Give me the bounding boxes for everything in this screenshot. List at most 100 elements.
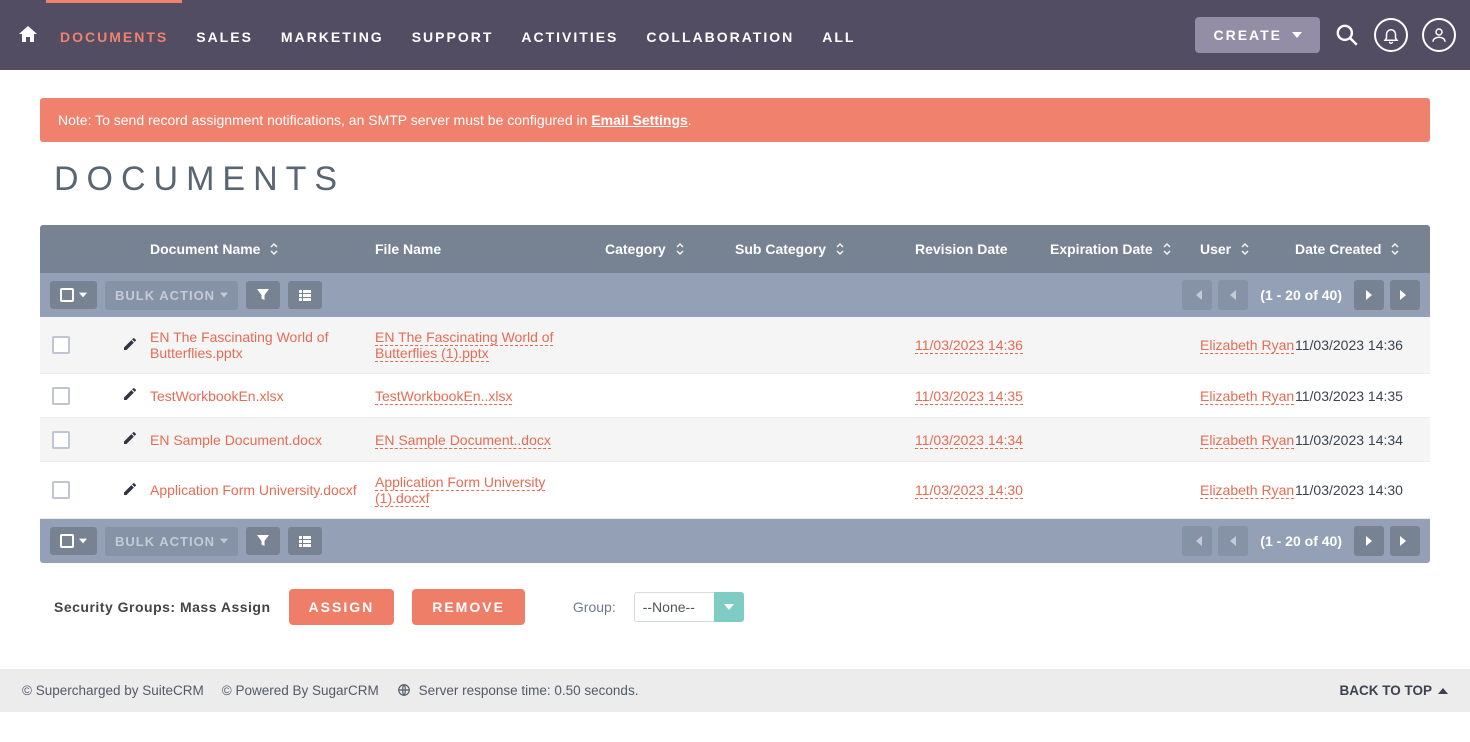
page-title: DOCUMENTS [54, 160, 1430, 199]
edit-row-button[interactable] [122, 336, 138, 355]
row-checkbox[interactable] [52, 387, 70, 405]
table-row: EN Sample Document.docx EN Sample Documen… [40, 418, 1430, 462]
user-link[interactable]: Elizabeth Ryan [1200, 482, 1294, 499]
group-label: Group: [573, 599, 616, 615]
list-view: Document Name File Name Category Sub Cat… [40, 225, 1430, 563]
sort-icon[interactable] [1239, 242, 1251, 256]
mass-assign-panel: Security Groups: Mass Assign ASSIGN REMO… [40, 563, 1430, 659]
columns-button[interactable] [288, 281, 322, 309]
remove-button[interactable]: REMOVE [412, 589, 525, 625]
page-last[interactable] [1390, 280, 1420, 310]
table-row: Application Form University.docxf Applica… [40, 462, 1430, 519]
revision-date-link[interactable]: 11/03/2023 14:35 [915, 388, 1023, 405]
caret-down-icon [79, 291, 87, 299]
chevron-left-icon [1228, 535, 1238, 547]
back-to-top[interactable]: BACK TO TOP [1339, 683, 1448, 698]
columns-icon [298, 288, 312, 302]
bulk-action-button[interactable]: BULK ACTION [105, 281, 238, 310]
select-all-toggle[interactable] [50, 527, 97, 555]
caret-down-icon [724, 602, 734, 612]
page-first[interactable] [1182, 280, 1212, 310]
page-prev[interactable] [1218, 526, 1248, 556]
page-next[interactable] [1354, 526, 1384, 556]
file-name-link[interactable]: Application Form University (1).docxf [375, 474, 545, 507]
group-select[interactable]: --None-- [634, 592, 714, 622]
alert-prefix: Note: To send record assignment notifica… [58, 112, 591, 128]
top-nav: DOCUMENTSSALESMARKETINGSUPPORTACTIVITIES… [0, 0, 1470, 70]
nav-item-sales[interactable]: SALES [182, 0, 267, 70]
sort-icon[interactable] [268, 242, 280, 256]
caret-up-icon [1438, 686, 1448, 696]
profile-button[interactable] [1422, 18, 1456, 52]
funnel-icon [256, 288, 270, 302]
home-icon [16, 23, 40, 47]
notifications-button[interactable] [1374, 18, 1408, 52]
sort-icon[interactable] [674, 242, 686, 256]
document-name-link[interactable]: EN The Fascinating World of Butterflies.… [150, 329, 328, 361]
row-checkbox[interactable] [52, 336, 70, 354]
page-prev[interactable] [1218, 280, 1248, 310]
col-document-name[interactable]: Document Name [150, 241, 260, 257]
table-body: EN The Fascinating World of Butterflies.… [40, 317, 1430, 519]
page-last[interactable] [1390, 526, 1420, 556]
user-link[interactable]: Elizabeth Ryan [1200, 388, 1294, 405]
group-select-caret[interactable] [714, 592, 744, 622]
home-link[interactable] [10, 0, 46, 70]
revision-date-link[interactable]: 11/03/2023 14:30 [915, 482, 1023, 499]
nav-links: DOCUMENTSSALESMARKETINGSUPPORTACTIVITIES… [46, 0, 1195, 70]
toolbar-bottom: BULK ACTION (1 - 20 of 40) [40, 519, 1430, 563]
col-sub-category[interactable]: Sub Category [735, 241, 826, 257]
col-category[interactable]: Category [605, 241, 666, 257]
revision-date-link[interactable]: 11/03/2023 14:36 [915, 337, 1023, 354]
filter-button[interactable] [246, 527, 280, 555]
document-name-link[interactable]: TestWorkbookEn.xlsx [150, 388, 284, 404]
sort-icon[interactable] [1161, 242, 1173, 256]
toolbar-top: BULK ACTION (1 - 20 of 40) [40, 273, 1430, 317]
edit-row-button[interactable] [122, 481, 138, 500]
row-checkbox[interactable] [52, 481, 70, 499]
nav-item-marketing[interactable]: MARKETING [267, 0, 398, 70]
email-settings-link[interactable]: Email Settings [591, 112, 687, 128]
pagination: (1 - 20 of 40) [1182, 526, 1420, 556]
col-file-name: File Name [375, 241, 441, 257]
nav-right: CREATE [1195, 0, 1456, 70]
edit-row-button[interactable] [122, 386, 138, 405]
user-icon [1430, 26, 1448, 44]
columns-button[interactable] [288, 527, 322, 555]
user-link[interactable]: Elizabeth Ryan [1200, 337, 1294, 354]
sort-icon[interactable] [1389, 242, 1401, 256]
document-name-link[interactable]: EN Sample Document.docx [150, 432, 322, 448]
date-created-cell: 11/03/2023 14:35 [1295, 388, 1425, 404]
col-user[interactable]: User [1200, 241, 1231, 257]
column-header-row: Document Name File Name Category Sub Cat… [40, 225, 1430, 273]
nav-item-all[interactable]: ALL [808, 0, 869, 70]
search-icon[interactable] [1334, 22, 1360, 48]
file-name-link[interactable]: TestWorkbookEn..xlsx [375, 388, 512, 405]
edit-row-button[interactable] [122, 430, 138, 449]
create-button-label: CREATE [1213, 27, 1282, 43]
sort-icon[interactable] [834, 242, 846, 256]
filter-button[interactable] [246, 281, 280, 309]
col-date-created[interactable]: Date Created [1295, 241, 1381, 257]
file-name-link[interactable]: EN Sample Document..docx [375, 432, 551, 449]
file-name-link[interactable]: EN The Fascinating World of Butterflies … [375, 329, 553, 362]
document-name-link[interactable]: Application Form University.docxf [150, 482, 357, 498]
caret-down-icon [220, 291, 228, 299]
page-first[interactable] [1182, 526, 1212, 556]
nav-item-support[interactable]: SUPPORT [398, 0, 508, 70]
page-content: Note: To send record assignment notifica… [0, 98, 1470, 659]
assign-button[interactable]: ASSIGN [289, 589, 395, 625]
chevron-left-icon [1228, 289, 1238, 301]
select-all-toggle[interactable] [50, 281, 97, 309]
caret-down-icon [220, 537, 228, 545]
bulk-action-button[interactable]: BULK ACTION [105, 527, 238, 556]
col-expiration-date[interactable]: Expiration Date [1050, 241, 1153, 257]
revision-date-link[interactable]: 11/03/2023 14:34 [915, 432, 1023, 449]
page-next[interactable] [1354, 280, 1384, 310]
row-checkbox[interactable] [52, 431, 70, 449]
user-link[interactable]: Elizabeth Ryan [1200, 432, 1294, 449]
nav-item-documents[interactable]: DOCUMENTS [46, 0, 182, 70]
nav-item-collaboration[interactable]: COLLABORATION [632, 0, 808, 70]
create-button[interactable]: CREATE [1195, 17, 1320, 53]
nav-item-activities[interactable]: ACTIVITIES [507, 0, 632, 70]
